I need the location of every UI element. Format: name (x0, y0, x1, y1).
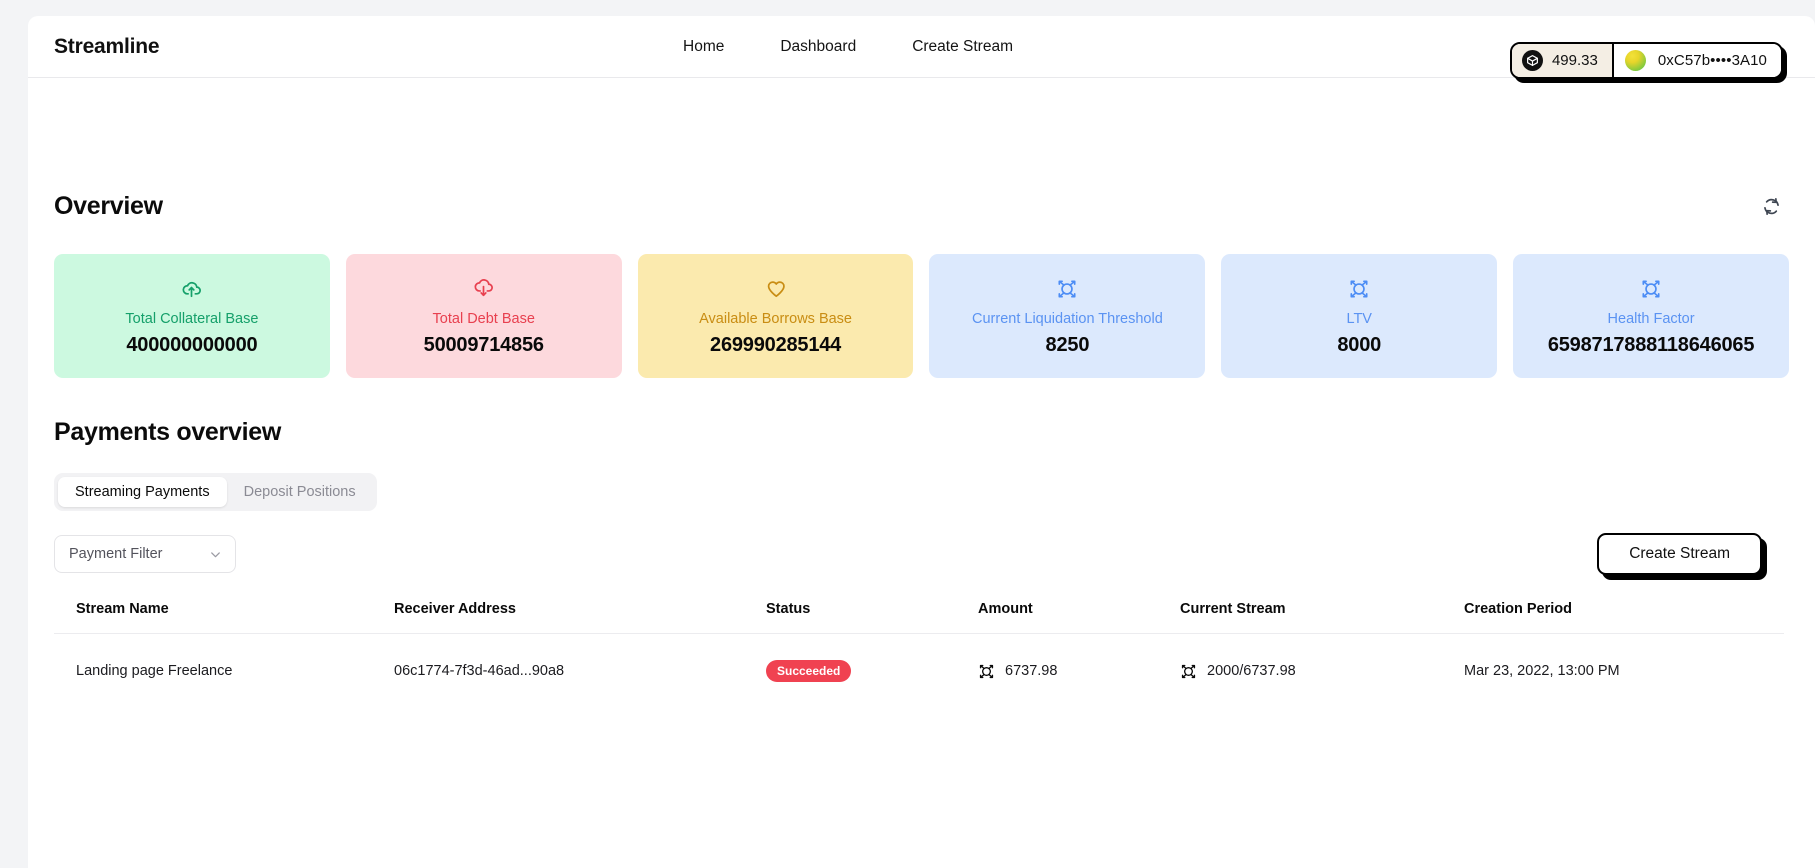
primary-nav: Home Dashboard Create Stream (683, 16, 1013, 78)
stat-card-label: Current Liquidation Threshold (972, 311, 1163, 328)
stat-card-value: 8000 (1337, 333, 1382, 356)
streams-table-head: Stream Name Receiver Address Status Amou… (54, 601, 1784, 634)
table-header-row: Stream Name Receiver Address Status Amou… (54, 601, 1784, 634)
wallet-balance-value: 499.33 (1551, 52, 1598, 69)
nav-link-create-stream[interactable]: Create Stream (912, 38, 1013, 56)
wallet-pill[interactable]: 499.33 0xC57b••••3A10 (1509, 42, 1783, 79)
target-focus-icon (1640, 275, 1662, 303)
target-focus-icon (1056, 275, 1078, 303)
wallet-address-button[interactable]: 0xC57b••••3A10 (1613, 44, 1781, 77)
status-badge: Succeeded (766, 660, 852, 683)
tab-deposit-positions[interactable]: Deposit Positions (227, 477, 373, 507)
stat-card-label: Available Borrows Base (699, 311, 852, 328)
col-amount[interactable]: Amount (978, 601, 1180, 634)
stat-card-health-factor: Health Factor 6598717888118646065 (1513, 254, 1789, 378)
overview-stat-cards: Total Collateral Base 400000000000 Total… (54, 254, 1789, 378)
cell-amount: 6737.98 (978, 634, 1180, 683)
col-creation-period[interactable]: Creation Period (1464, 601, 1784, 634)
overview-header: Overview (54, 191, 1789, 221)
brand-logo[interactable]: Streamline (54, 35, 160, 59)
app-window: Streamline Home Dashboard Create Stream … (28, 16, 1815, 868)
table-row[interactable]: Landing page Freelance 06c1774-7f3d-46ad… (54, 634, 1784, 683)
col-current-stream[interactable]: Current Stream (1180, 601, 1464, 634)
heart-icon (764, 275, 787, 303)
stat-card-label: LTV (1346, 311, 1372, 328)
create-stream-button[interactable]: Create Stream (1597, 533, 1762, 575)
refresh-icon[interactable] (1756, 191, 1786, 221)
overview-title: Overview (54, 191, 163, 220)
payments-tabs: Streaming Payments Deposit Positions (54, 473, 377, 511)
nav-link-dashboard[interactable]: Dashboard (780, 38, 856, 56)
stat-card-ltv: LTV 8000 (1221, 254, 1498, 378)
stat-card-value: 400000000000 (126, 333, 258, 356)
page-body: Overview Total Collateral Base 400000000… (28, 191, 1815, 683)
streams-table-body: Landing page Freelance 06c1774-7f3d-46ad… (54, 634, 1784, 683)
cell-stream-name: Landing page Freelance (76, 663, 233, 680)
stat-card-label: Total Debt Base (432, 311, 535, 328)
cell-current-stream-value: 2000/6737.98 (1207, 663, 1296, 680)
payment-filter-value: Payment Filter (69, 546, 163, 562)
target-focus-icon (1348, 275, 1370, 303)
payments-overview-title: Payments overview (54, 418, 281, 446)
wallet-area: 499.33 0xC57b••••3A10 (1509, 42, 1783, 79)
streams-table: Stream Name Receiver Address Status Amou… (54, 601, 1784, 683)
token-glyph-icon (978, 663, 995, 680)
cell-current-stream: 2000/6737.98 (1180, 634, 1464, 683)
cell-status: Succeeded (766, 634, 978, 683)
stat-card-value: 269990285144 (710, 333, 842, 356)
cube-icon (1521, 50, 1543, 71)
col-status[interactable]: Status (766, 601, 978, 634)
wallet-address-value: 0xC57b••••3A10 (1657, 52, 1767, 69)
wallet-avatar (1624, 50, 1646, 71)
stat-card-label: Health Factor (1607, 311, 1695, 328)
token-glyph-icon (1180, 663, 1197, 680)
stat-card-value: 6598717888118646065 (1547, 333, 1755, 356)
stat-card-value: 8250 (1045, 333, 1090, 356)
nav-link-home[interactable]: Home (683, 38, 724, 56)
tab-streaming-payments[interactable]: Streaming Payments (58, 477, 227, 507)
payment-filter-select[interactable]: Payment Filter (54, 535, 236, 573)
payments-toolbar: Payment Filter Create Stream (54, 533, 1789, 575)
cell-amount-value: 6737.98 (1005, 663, 1058, 680)
chevron-down-icon (208, 547, 223, 562)
col-receiver-address[interactable]: Receiver Address (394, 601, 766, 634)
stat-card-label: Total Collateral Base (125, 311, 259, 328)
cell-creation-period: Mar 23, 2022, 13:00 PM (1464, 663, 1620, 680)
cell-receiver-address: 06c1774-7f3d-46ad...90a8 (394, 663, 565, 680)
stat-card-value: 50009714856 (423, 333, 544, 356)
top-navbar: Streamline Home Dashboard Create Stream … (28, 16, 1815, 79)
stat-card-current-liquidation-threshold: Current Liquidation Threshold 8250 (929, 254, 1206, 378)
col-stream-name[interactable]: Stream Name (54, 601, 394, 634)
cloud-download-icon (472, 275, 495, 303)
stat-card-total-collateral-base: Total Collateral Base 400000000000 (54, 254, 330, 378)
wallet-balance-button[interactable]: 499.33 (1511, 44, 1614, 77)
stat-card-total-debt-base: Total Debt Base 50009714856 (345, 254, 622, 378)
stat-card-available-borrows-base: Available Borrows Base 269990285144 (637, 254, 914, 378)
cloud-upload-icon (180, 275, 203, 303)
